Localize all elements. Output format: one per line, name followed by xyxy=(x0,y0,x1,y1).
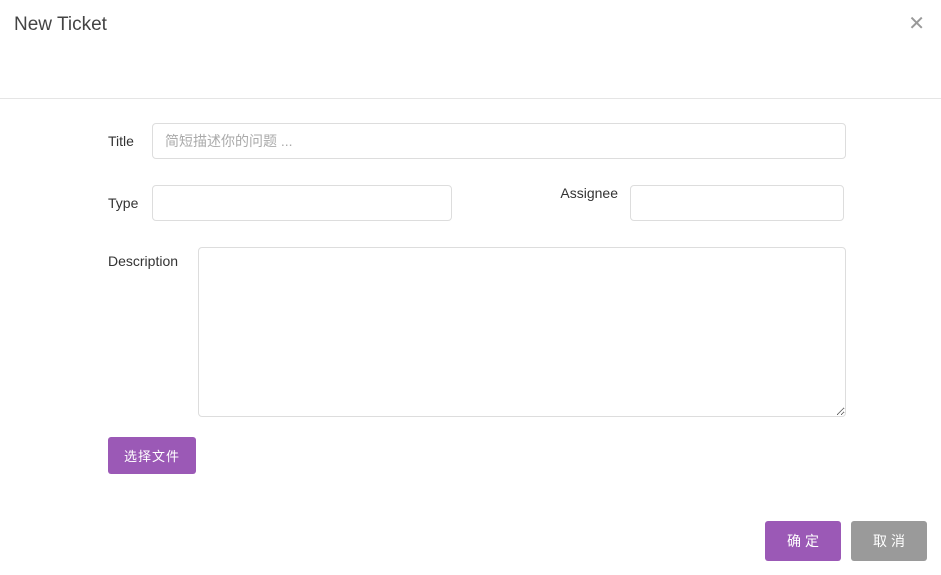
close-button[interactable]: ✕ xyxy=(908,14,925,34)
description-textarea[interactable] xyxy=(198,247,846,417)
choose-file-button[interactable]: 选择文件 xyxy=(108,437,196,474)
type-label: Type xyxy=(108,195,152,211)
assignee-label: Assignee xyxy=(560,185,630,221)
modal-header: New Ticket ✕ xyxy=(0,0,941,50)
close-icon: ✕ xyxy=(908,13,925,35)
cancel-button[interactable]: 取消 xyxy=(851,521,927,561)
title-row: Title xyxy=(108,123,846,159)
modal-title: New Ticket xyxy=(14,14,107,36)
title-label: Title xyxy=(108,133,152,149)
form-body: Title Type Assignee Description 选择文件 xyxy=(0,99,941,494)
type-assignee-wrap: Assignee xyxy=(152,185,846,221)
description-row: Description xyxy=(108,247,846,417)
description-label: Description xyxy=(108,247,198,269)
confirm-button[interactable]: 确定 xyxy=(765,521,841,561)
modal-footer: 确定 取消 xyxy=(765,521,927,561)
type-assignee-row: Type Assignee xyxy=(108,185,846,221)
title-input[interactable] xyxy=(152,123,846,159)
type-input[interactable] xyxy=(152,185,452,221)
assignee-input[interactable] xyxy=(630,185,844,221)
